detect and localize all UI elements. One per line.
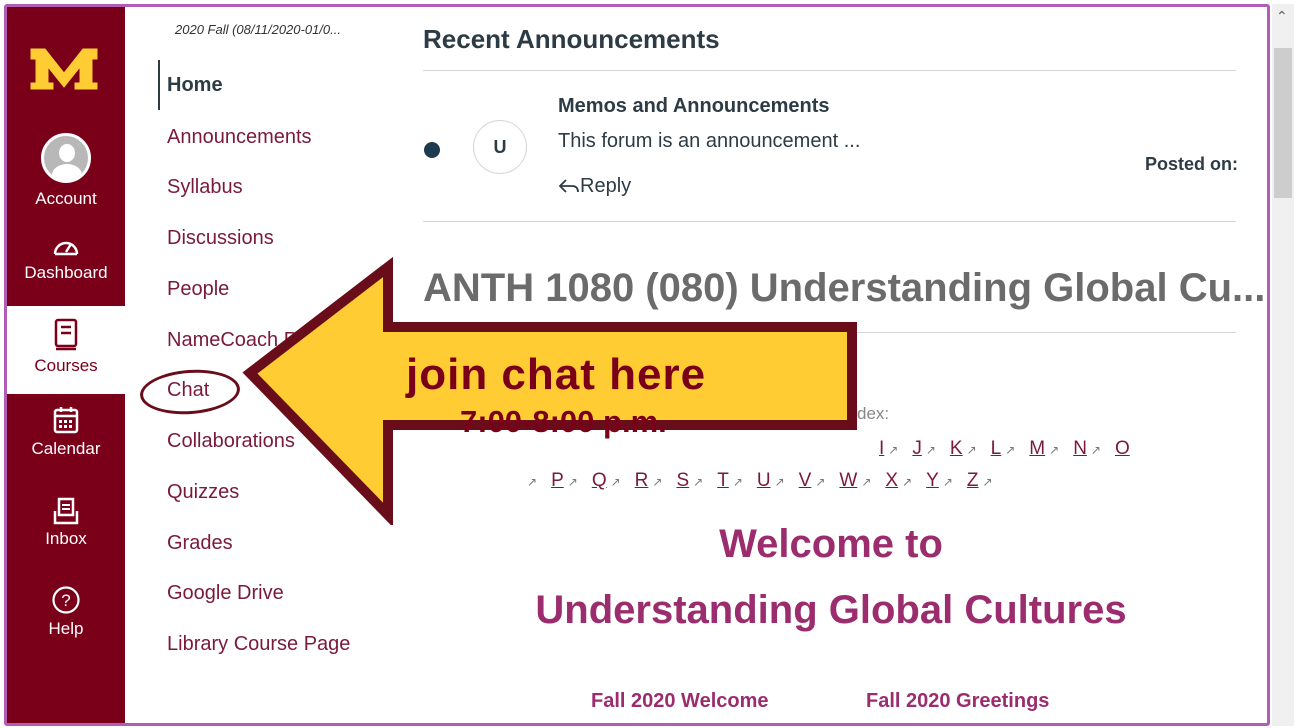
- courses-book-icon: [54, 318, 78, 351]
- alpha-index-row-1: I ↗ J ↗ K ↗ L ↗ M ↗ N ↗ O: [879, 438, 1134, 460]
- inbox-icon: [53, 497, 79, 525]
- letter-link[interactable]: N: [1073, 438, 1087, 459]
- course-nav-announcements[interactable]: Announcements: [167, 126, 312, 149]
- course-nav-discussions[interactable]: Discussions: [167, 227, 274, 250]
- letter-link[interactable]: K: [950, 438, 963, 459]
- account-avatar-icon: [41, 133, 91, 183]
- nav-calendar[interactable]: Calendar: [7, 405, 125, 459]
- letter-link[interactable]: I: [879, 438, 884, 459]
- letter-link[interactable]: O: [1115, 438, 1130, 459]
- nav-dashboard[interactable]: Dashboard: [7, 235, 125, 283]
- reply-link[interactable]: Reply: [558, 175, 631, 198]
- course-nav-syllabus[interactable]: Syllabus: [167, 176, 243, 199]
- fall-welcome-link[interactable]: Fall 2020 Welcome: [591, 690, 769, 713]
- author-avatar: U: [473, 120, 527, 174]
- fall-greetings-link[interactable]: Fall 2020 Greetings: [866, 690, 1049, 713]
- announcement-text: This forum is an announcement ...: [558, 130, 861, 152]
- course-nav-grades[interactable]: Grades: [167, 532, 233, 555]
- svg-text:?: ?: [61, 591, 70, 610]
- external-link-icon: ↗: [1090, 443, 1101, 457]
- unread-dot-icon: [424, 142, 440, 158]
- nav-courses[interactable]: Courses: [7, 306, 125, 394]
- nav-calendar-label: Calendar: [31, 439, 101, 458]
- dashboard-icon: [53, 241, 79, 256]
- announcement-title[interactable]: Memos and Announcements: [558, 95, 830, 118]
- letter-link[interactable]: X: [885, 470, 898, 491]
- nav-account[interactable]: Account: [7, 133, 125, 209]
- welcome-heading-line2: Understanding Global Cultures: [535, 588, 1127, 632]
- course-nav-google-drive[interactable]: Google Drive: [167, 582, 284, 605]
- course-nav-home[interactable]: Home: [167, 74, 223, 97]
- nav-help-label: Help: [48, 619, 84, 638]
- recent-announcements-heading: Recent Announcements: [423, 24, 720, 54]
- external-link-icon: ↗: [902, 475, 913, 489]
- calendar-icon: [53, 407, 79, 434]
- posted-on-label: Posted on:: [1145, 154, 1238, 174]
- nav-dashboard-label: Dashboard: [24, 263, 108, 282]
- reply-label: Reply: [580, 175, 632, 197]
- global-nav: Account Dashboard Courses Calendar Inbox…: [7, 7, 125, 723]
- callout-line2: 7:00-8:00 p.m.: [460, 404, 667, 439]
- active-indicator: [158, 60, 160, 110]
- external-link-icon: ↗: [966, 443, 977, 457]
- nav-help[interactable]: ? Help: [7, 585, 125, 639]
- term-label: 2020 Fall (08/11/2020-01/0...: [175, 22, 341, 37]
- letter-link[interactable]: Z: [967, 470, 979, 491]
- scrollbar-thumb[interactable]: [1274, 48, 1292, 198]
- callout-line1: join chat here: [406, 350, 707, 399]
- letter-link[interactable]: Y: [926, 470, 939, 491]
- external-link-icon: ↗: [888, 443, 899, 457]
- external-link-icon: ↗: [1005, 443, 1016, 457]
- help-icon: ?: [52, 586, 80, 614]
- nav-inbox[interactable]: Inbox: [7, 497, 125, 549]
- divider: [423, 221, 1236, 222]
- course-nav-people[interactable]: People: [167, 278, 229, 301]
- university-logo[interactable]: [29, 43, 99, 93]
- welcome-heading-line1: Welcome to: [719, 522, 943, 566]
- nav-courses-label: Courses: [34, 356, 98, 375]
- course-nav-quizzes[interactable]: Quizzes: [167, 481, 239, 504]
- reply-arrow-icon: [558, 179, 579, 193]
- divider: [423, 70, 1236, 71]
- course-nav-library[interactable]: Library Course Page: [167, 633, 350, 656]
- nav-inbox-label: Inbox: [45, 529, 87, 548]
- external-link-icon: ↗: [942, 475, 953, 489]
- external-link-icon: ↗: [1049, 443, 1060, 457]
- letter-link[interactable]: M: [1029, 438, 1045, 459]
- external-link-icon: ↗: [925, 443, 936, 457]
- nav-account-label: Account: [35, 189, 97, 208]
- letter-link[interactable]: L: [991, 438, 1002, 459]
- external-link-icon: ↗: [982, 475, 993, 489]
- scroll-up-icon[interactable]: ⌃: [1276, 8, 1288, 25]
- letter-link[interactable]: J: [912, 438, 922, 459]
